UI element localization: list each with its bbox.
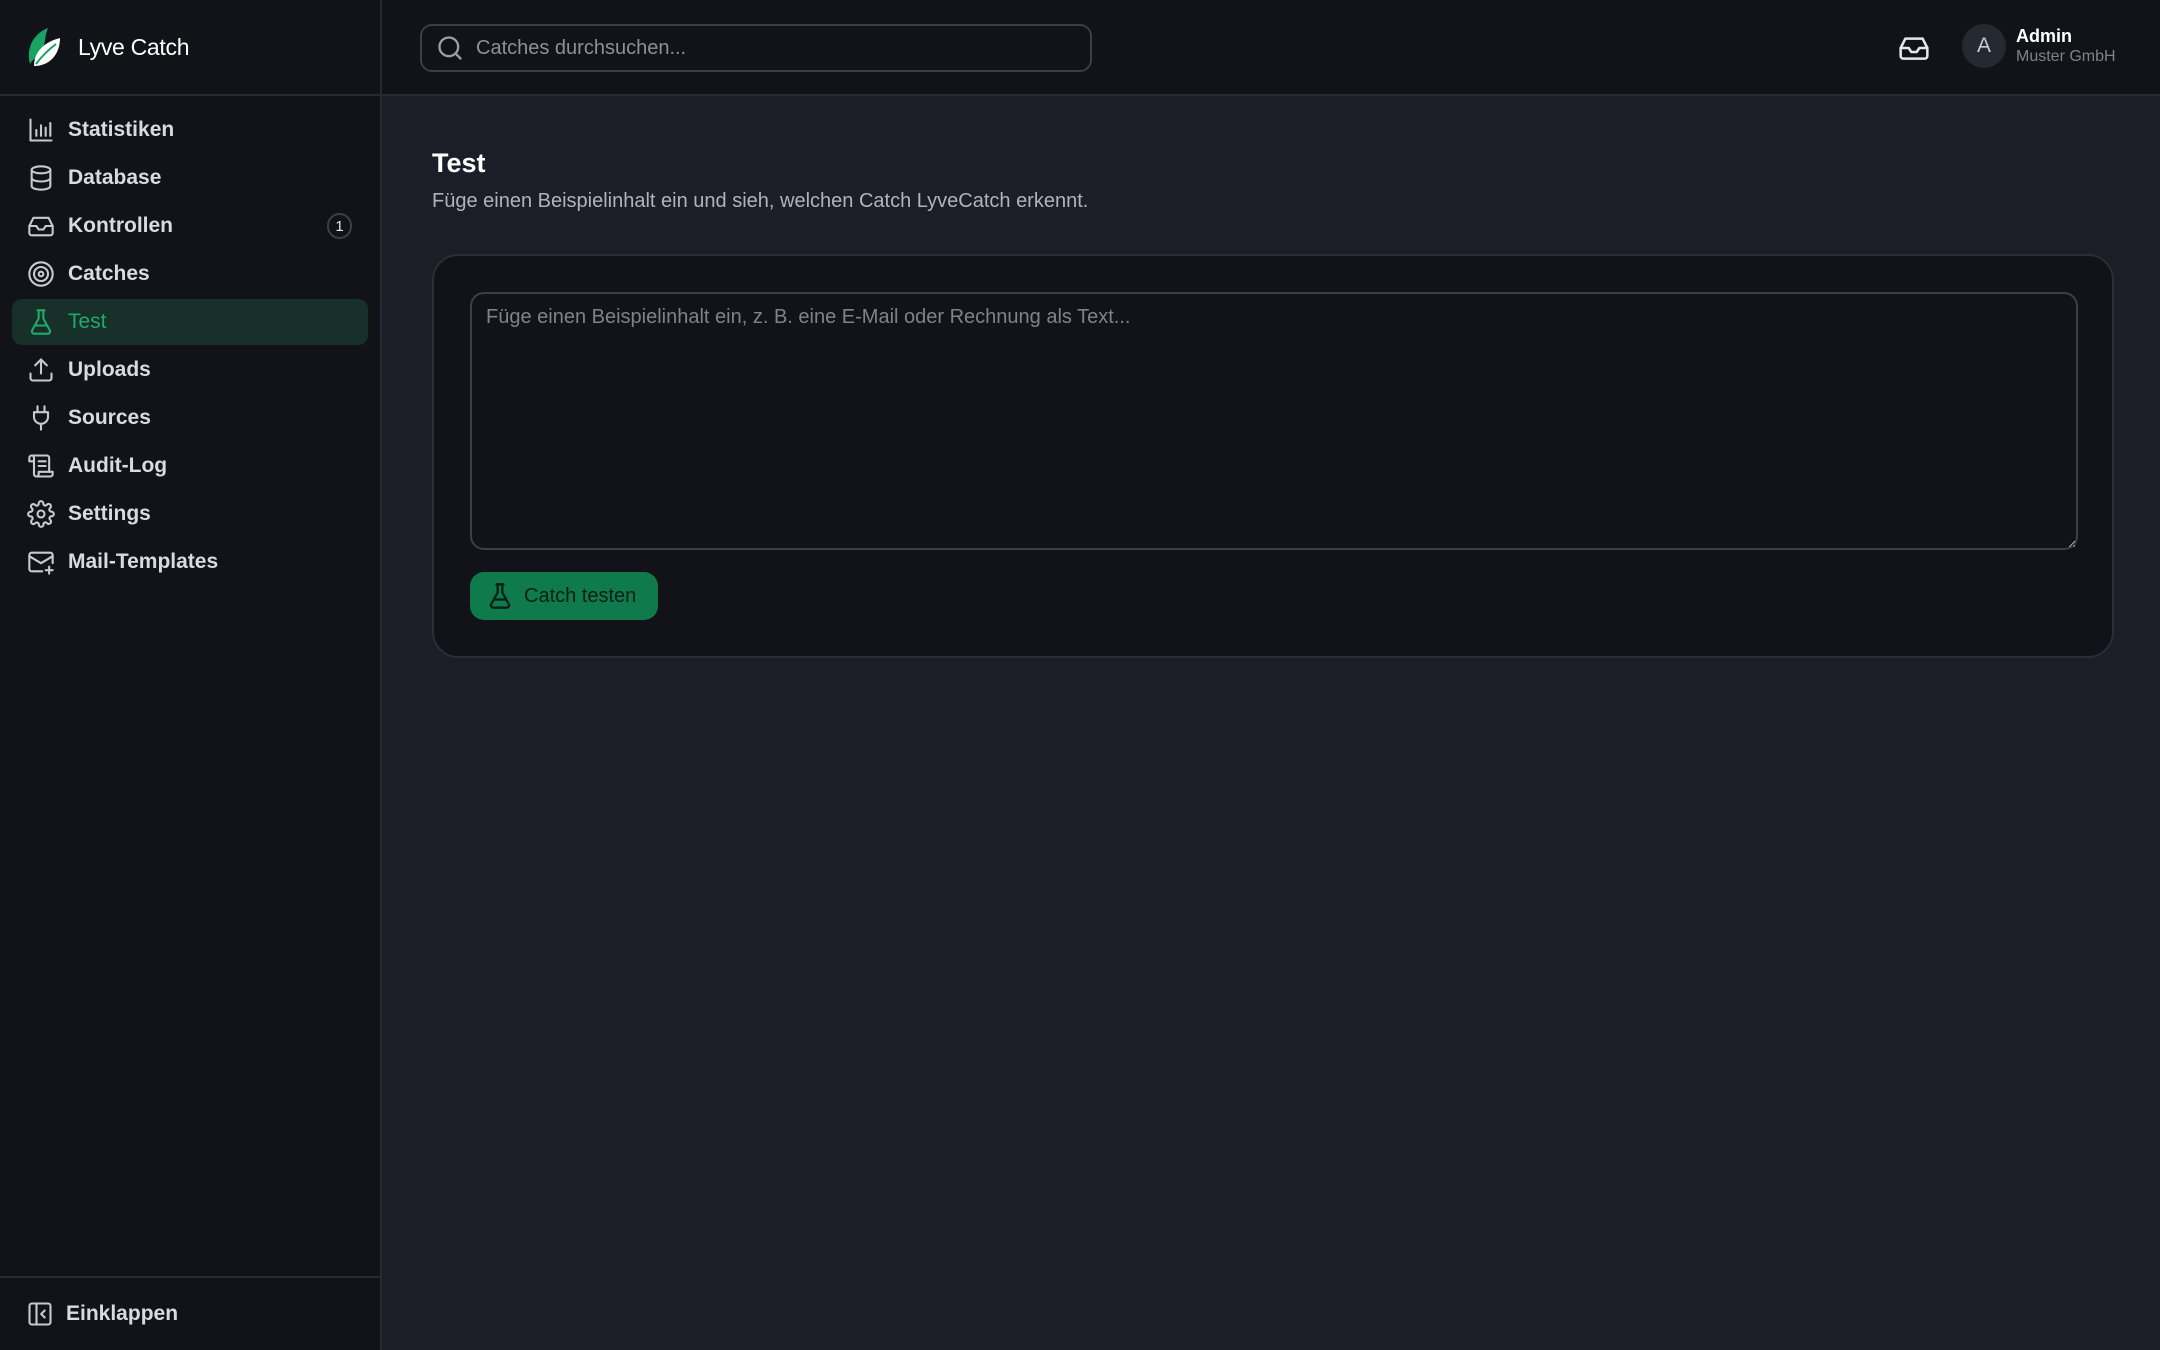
sidebar-item-uploads[interactable]: Uploads <box>12 347 368 393</box>
gear-icon <box>26 499 56 529</box>
flask-icon <box>26 307 56 337</box>
sidebar-item-test[interactable]: Test <box>12 299 368 345</box>
page-subtitle: Füge einen Beispielinhalt ein und sieh, … <box>432 190 1089 212</box>
catch-test-button-label: Catch testen <box>524 584 637 607</box>
user-info: Admin Muster GmbH <box>2016 25 2116 67</box>
app-name: Lyve Catch <box>78 33 190 60</box>
inbox-button[interactable] <box>1896 30 1932 66</box>
database-icon <box>26 163 56 193</box>
search-box[interactable] <box>420 24 1092 72</box>
user-menu[interactable]: A Admin Muster GmbH <box>1962 24 2116 68</box>
sidebar-item-label: Kontrollen <box>68 214 173 237</box>
sidebar-item-catches[interactable]: Catches <box>12 251 368 297</box>
inbox-icon <box>26 211 56 241</box>
sidebar-item-mail-templates[interactable]: Mail-Templates <box>12 539 368 585</box>
inbox-icon <box>1899 37 1929 60</box>
sidebar: Lyve Catch Statistiken Database Kontroll… <box>0 0 382 1350</box>
sidebar-item-label: Database <box>68 166 162 189</box>
sidebar-item-label: Catches <box>68 262 150 285</box>
main-content: Test Füge einen Beispielinhalt ein und s… <box>382 96 2160 1350</box>
sample-content-input[interactable] <box>470 292 2078 550</box>
catch-test-button[interactable]: Catch testen <box>470 572 658 620</box>
sidebar-item-audit-log[interactable]: Audit-Log <box>12 443 368 489</box>
mail-plus-icon <box>26 547 56 577</box>
sidebar-item-label: Test <box>68 310 107 333</box>
scroll-icon <box>26 451 56 481</box>
upload-icon <box>26 355 56 385</box>
bar-chart-icon <box>26 115 56 145</box>
test-card: Catch testen <box>432 254 2114 658</box>
user-org: Muster GmbH <box>2016 48 2116 65</box>
flask-icon <box>489 583 511 609</box>
target-icon <box>26 259 56 289</box>
collapse-panel-icon <box>28 1302 52 1326</box>
sidebar-item-label: Settings <box>68 502 151 525</box>
sidebar-item-label: Statistiken <box>68 118 175 141</box>
sidebar-item-statistiken[interactable]: Statistiken <box>12 107 368 153</box>
sidebar-nav: Statistiken Database Kontrollen 1 Catche… <box>0 96 380 585</box>
sidebar-item-kontrollen[interactable]: Kontrollen 1 <box>12 203 368 249</box>
user-name: Admin <box>2016 26 2072 46</box>
brand[interactable]: Lyve Catch <box>0 0 380 96</box>
count-badge: 1 <box>327 213 352 239</box>
plug-icon <box>26 403 56 433</box>
page-title: Test <box>432 148 486 178</box>
collapse-sidebar-button[interactable]: Einklappen <box>0 1276 380 1350</box>
sidebar-item-settings[interactable]: Settings <box>12 491 368 537</box>
sidebar-item-database[interactable]: Database <box>12 155 368 201</box>
collapse-label: Einklappen <box>66 1302 179 1325</box>
sidebar-item-label: Audit-Log <box>68 454 168 477</box>
app-root: Lyve Catch Statistiken Database Kontroll… <box>0 0 2160 1350</box>
sidebar-item-label: Mail-Templates <box>68 550 219 573</box>
sidebar-item-label: Sources <box>68 406 151 429</box>
search-input[interactable] <box>476 36 1090 60</box>
topbar: A Admin Muster GmbH <box>382 0 2160 96</box>
leaf-logo-icon <box>28 28 60 66</box>
avatar: A <box>1962 24 2006 68</box>
sidebar-item-sources[interactable]: Sources <box>12 395 368 441</box>
sidebar-item-label: Uploads <box>68 358 151 381</box>
search-icon <box>438 36 462 60</box>
